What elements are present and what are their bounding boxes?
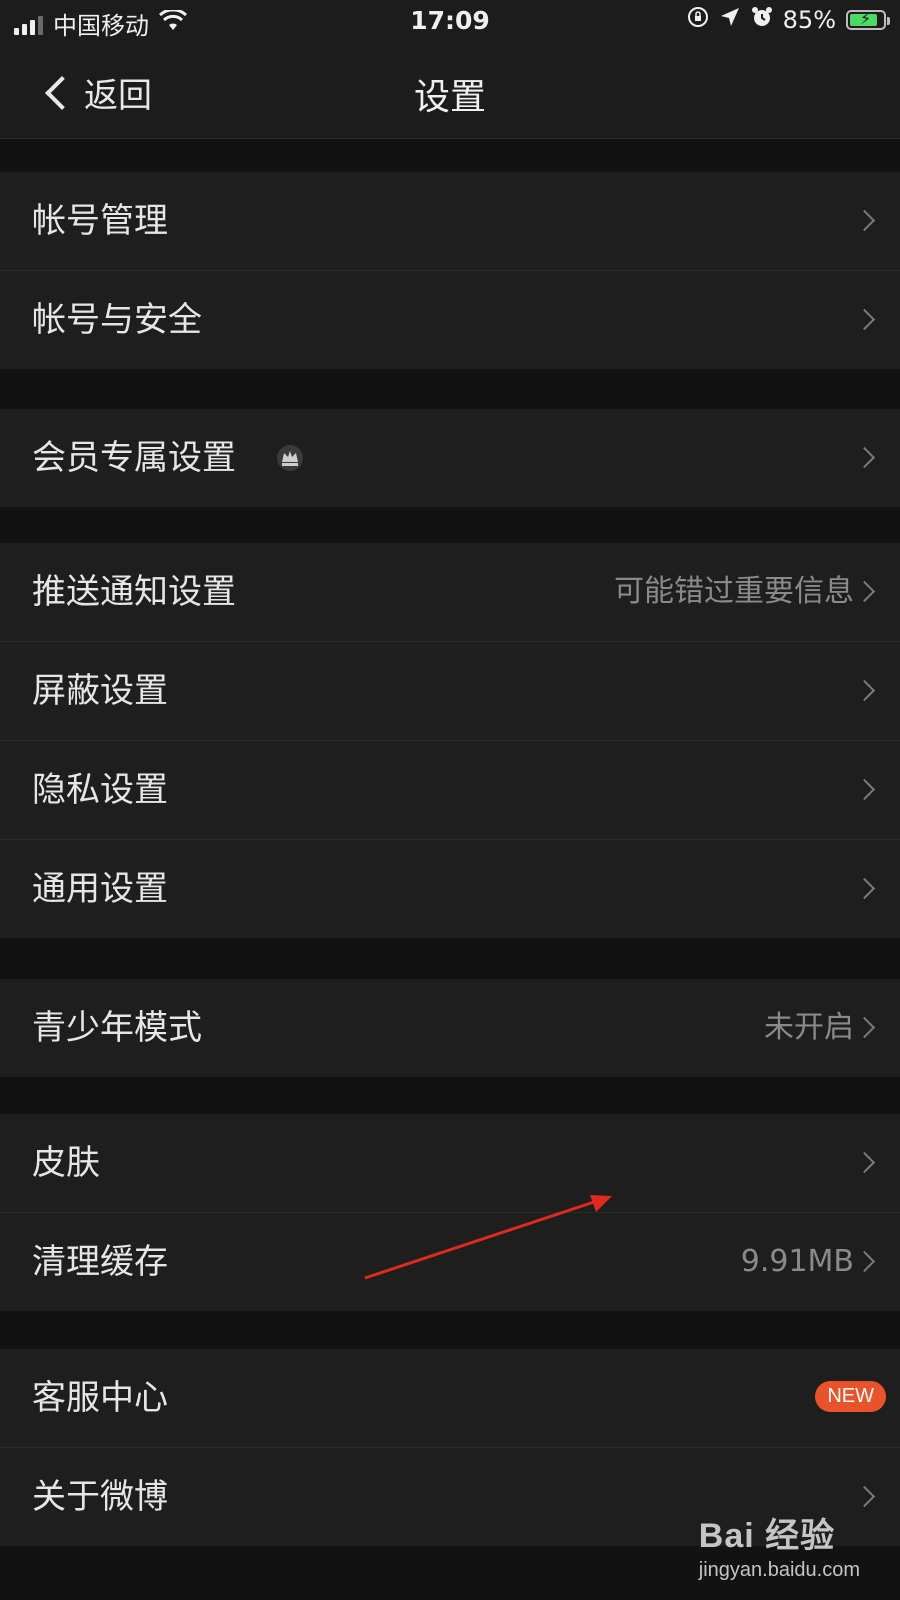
battery-icon: ⚡ <box>846 9 890 30</box>
settings-group-general: 推送通知设置 可能错过重要信息 屏蔽设置 隐私设置 通用设置 <box>0 543 900 938</box>
row-label: 屏蔽设置 <box>32 671 168 711</box>
status-bar: 中国移动 17:09 85% ⚡ <box>0 0 900 46</box>
row-label: 推送通知设置 <box>32 572 236 612</box>
row-general-settings[interactable]: 通用设置 <box>0 840 900 938</box>
row-account-management[interactable]: 帐号管理 <box>0 172 900 271</box>
row-member-settings[interactable]: 会员专属设置 <box>0 409 900 507</box>
row-clear-cache[interactable]: 清理缓存 9.91MB <box>0 1213 900 1311</box>
new-badge: NEW <box>815 1381 886 1412</box>
chevron-right-icon <box>853 877 876 900</box>
page-title: 设置 <box>413 77 486 118</box>
row-teen-mode[interactable]: 青少年模式 未开启 <box>0 979 900 1077</box>
chevron-right-icon <box>853 580 876 603</box>
rotation-lock-icon <box>687 6 709 34</box>
settings-group-storage: 皮肤 清理缓存 9.91MB <box>0 1114 900 1311</box>
chevron-right-icon <box>853 1485 876 1508</box>
alarm-icon <box>751 6 773 34</box>
row-value: 9.91MB <box>740 1244 854 1279</box>
row-block-settings[interactable]: 屏蔽设置 <box>0 642 900 741</box>
chevron-right-icon <box>853 209 876 232</box>
row-value: 可能错过重要信息 <box>614 574 854 609</box>
status-right: 85% ⚡ <box>687 6 890 34</box>
settings-group-member: 会员专属设置 <box>0 409 900 507</box>
row-push-notification[interactable]: 推送通知设置 可能错过重要信息 <box>0 543 900 642</box>
chevron-right-icon <box>853 1016 876 1039</box>
chevron-right-icon <box>853 1250 876 1273</box>
crown-icon <box>277 445 303 471</box>
baidu-jingyan-watermark: Bai 经验 jingyan.baidu.com <box>699 1508 860 1582</box>
row-label: 关于微博 <box>32 1477 168 1517</box>
navigation-bar: 返回 设置 <box>0 46 900 139</box>
charging-bolt-icon: ⚡ <box>860 9 872 28</box>
row-customer-service[interactable]: 客服中心 NEW <box>0 1349 900 1448</box>
row-label: 通用设置 <box>32 869 168 909</box>
row-skin[interactable]: 皮肤 <box>0 1114 900 1213</box>
watermark-logo: Bai 经验 <box>698 1517 836 1555</box>
row-label: 隐私设置 <box>32 770 168 810</box>
row-privacy-settings[interactable]: 隐私设置 <box>0 741 900 840</box>
battery-percent: 85% <box>782 6 836 34</box>
row-value: 未开启 <box>764 1010 854 1045</box>
chevron-right-icon <box>853 1151 876 1174</box>
row-label: 会员专属设置 <box>32 438 236 478</box>
row-label: 帐号与安全 <box>32 300 202 340</box>
chevron-right-icon <box>853 679 876 702</box>
row-label: 皮肤 <box>32 1143 100 1183</box>
row-label: 客服中心 <box>32 1378 168 1418</box>
row-label: 青少年模式 <box>32 1008 202 1048</box>
chevron-right-icon <box>853 446 876 469</box>
settings-group-teen: 青少年模式 未开启 <box>0 979 900 1077</box>
watermark-url: jingyan.baidu.com <box>698 1559 860 1581</box>
row-label: 清理缓存 <box>32 1242 168 1282</box>
chevron-right-icon <box>853 308 876 331</box>
settings-group-account: 帐号管理 帐号与安全 <box>0 172 900 369</box>
chevron-right-icon <box>853 778 876 801</box>
row-label: 帐号管理 <box>32 201 168 241</box>
location-icon <box>719 6 741 34</box>
row-account-security[interactable]: 帐号与安全 <box>0 271 900 369</box>
